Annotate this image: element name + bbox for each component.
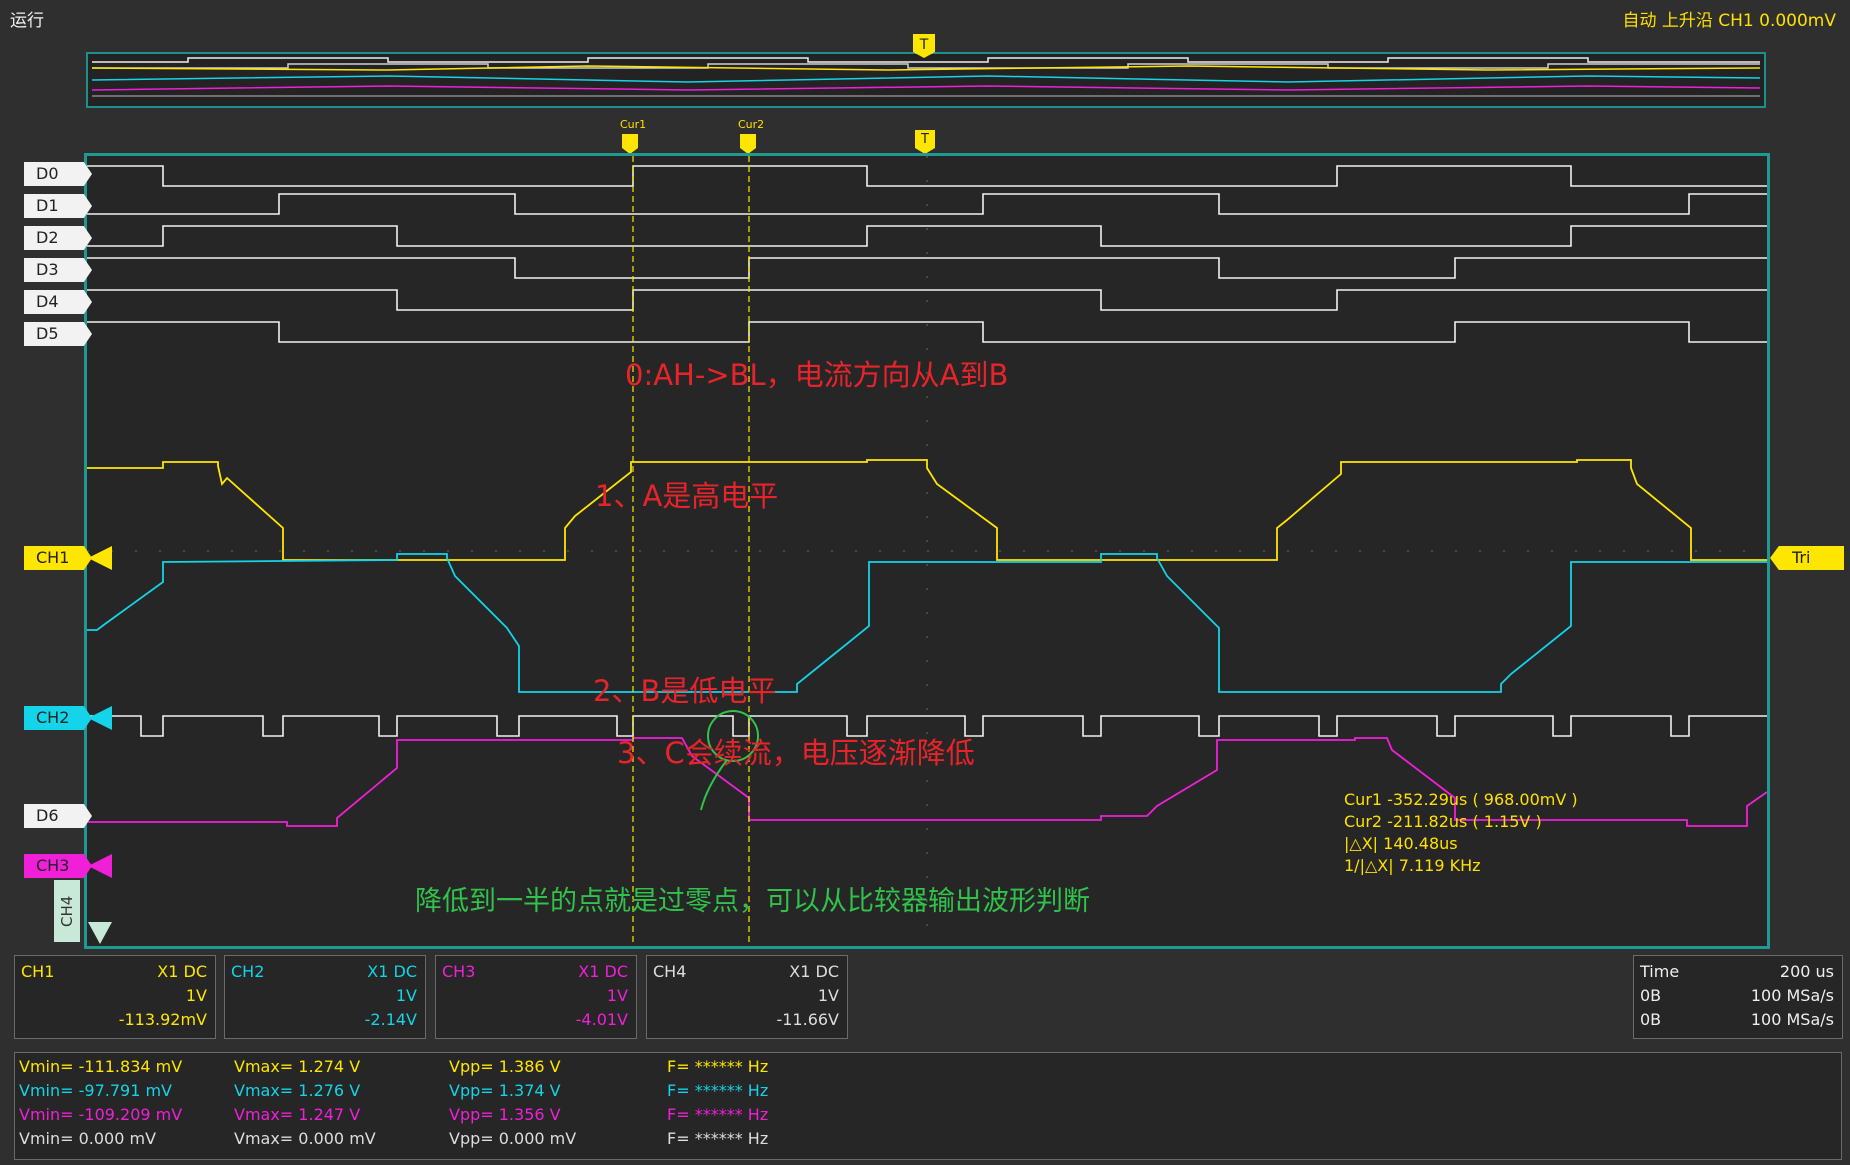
memory-label-2: 0B: [1640, 1010, 1662, 1029]
annotation-c-freewheel: 3、C会续流，电压逐渐降低: [617, 736, 975, 770]
ch2-freq: F= ****** Hz: [667, 1081, 769, 1100]
ch2-settings-panel[interactable]: CH2 X1 DC 1V -2.14V: [224, 955, 426, 1039]
ch4-vmin: Vmin= 0.000 mV: [19, 1129, 157, 1148]
cursor2-readout: Cur2 -211.82us ( 1.15V ): [1344, 812, 1542, 831]
ch4-panel-offset: -11.66V: [776, 1010, 839, 1029]
ch2-vmax: Vmax= 1.276 V: [234, 1081, 361, 1100]
ch3-freq: F= ****** Hz: [667, 1105, 769, 1124]
ch4-panel-name: CH4: [653, 962, 687, 981]
channel-label-d4[interactable]: D4: [24, 290, 92, 314]
annotation-a-high: 1、A是高电平: [595, 479, 779, 513]
annotation-zero-crossing: 降低到一半的点就是过零点，可以从比较器输出波形判断: [415, 886, 1090, 917]
ch3-panel-probe: X1 DC: [578, 962, 628, 981]
ch4-panel-scale: 1V: [817, 986, 839, 1005]
waveform-overview[interactable]: [86, 52, 1766, 108]
timebase-panel[interactable]: Time 200 us 0B 100 MSa/s 0B 100 MSa/s: [1633, 955, 1843, 1039]
ch1-panel-scale: 1V: [185, 986, 207, 1005]
overview-traces: [91, 57, 1761, 97]
memory-label-1: 0B: [1640, 986, 1662, 1005]
inverse-delta-x-readout: 1/|△X| 7.119 KHz: [1344, 856, 1481, 875]
time-label: Time: [1640, 962, 1680, 981]
sample-rate-1: 100 MSa/s: [1750, 986, 1834, 1005]
cursor1-readout: Cur1 -352.29us ( 968.00mV ): [1344, 790, 1578, 809]
annotation-b-low: 2、B是低电平: [593, 674, 777, 708]
ch3-vmin: Vmin= -109.209 mV: [19, 1105, 183, 1124]
ch2-vpp: Vpp= 1.374 V: [449, 1081, 561, 1100]
cursor1-label: Cur1: [620, 118, 647, 131]
ch4-panel-probe: X1 DC: [789, 962, 839, 981]
ch3-vmax: Vmax= 1.247 V: [234, 1105, 361, 1124]
ch1-vmin: Vmin= -111.834 mV: [19, 1057, 183, 1076]
ch1-panel-name: CH1: [21, 962, 55, 981]
ch2-panel-name: CH2: [231, 962, 265, 981]
channel-label-d0[interactable]: D0: [24, 162, 92, 186]
cursor2-marker[interactable]: [740, 134, 756, 154]
channel-label-d1[interactable]: D1: [24, 194, 92, 218]
ch4-vpp: Vpp= 0.000 mV: [449, 1129, 577, 1148]
trigger-position-marker[interactable]: T: [915, 130, 935, 154]
ch3-vpp: Vpp= 1.356 V: [449, 1105, 561, 1124]
ch1-panel-offset: -113.92mV: [118, 1010, 207, 1029]
cursor2-label: Cur2: [738, 118, 765, 131]
delta-x-readout: |△X| 140.48us: [1344, 834, 1458, 853]
ch3-panel-name: CH3: [442, 962, 476, 981]
time-per-div: 200 us: [1779, 962, 1834, 981]
ch3-settings-panel[interactable]: CH3 X1 DC 1V -4.01V: [435, 955, 637, 1039]
trigger-level-label[interactable]: Tri: [1770, 546, 1844, 570]
channel-label-ch4[interactable]: CH4: [54, 880, 80, 942]
ch1-panel-probe: X1 DC: [157, 962, 207, 981]
ch4-settings-panel[interactable]: CH4 X1 DC 1V -11.66V: [646, 955, 848, 1039]
ch3-panel-scale: 1V: [606, 986, 628, 1005]
cursor1-marker[interactable]: [622, 134, 638, 154]
ch1-settings-panel[interactable]: CH1 X1 DC 1V -113.92mV: [14, 955, 216, 1039]
ch2-panel-offset: -2.14V: [364, 1010, 417, 1029]
ch4-vmax: Vmax= 0.000 mV: [234, 1129, 376, 1148]
annotation-current-direction: 0:AH->BL，电流方向从A到B: [625, 358, 1009, 392]
measurements-panel[interactable]: Vmin= -111.834 mV Vmax= 1.274 V Vpp= 1.3…: [14, 1052, 1842, 1160]
trigger-info[interactable]: 自动 上升沿 CH1 0.000mV: [1622, 6, 1836, 31]
ch2-vmin: Vmin= -97.791 mV: [19, 1081, 172, 1100]
channel-label-d2[interactable]: D2: [24, 226, 92, 250]
ch1-vmax: Vmax= 1.274 V: [234, 1057, 361, 1076]
ch3-panel-offset: -4.01V: [575, 1010, 628, 1029]
ch2-panel-probe: X1 DC: [367, 962, 417, 981]
channel-label-ch1[interactable]: CH1: [24, 546, 92, 570]
channel-label-d3[interactable]: D3: [24, 258, 92, 282]
ch1-vpp: Vpp= 1.386 V: [449, 1057, 561, 1076]
channel-label-d5[interactable]: D5: [24, 322, 92, 346]
ch4-freq: F= ****** Hz: [667, 1129, 769, 1148]
ch1-freq: F= ****** Hz: [667, 1057, 769, 1076]
run-state[interactable]: 运行: [10, 6, 44, 31]
channel-label-ch2[interactable]: CH2: [24, 706, 92, 730]
channel-label-d6[interactable]: D6: [24, 804, 92, 828]
waveform-display[interactable]: 0:AH->BL，电流方向从A到B 1、A是高电平 2、B是低电平 3、C会续流…: [84, 153, 1770, 949]
channel-label-ch3[interactable]: CH3: [24, 854, 92, 878]
sample-rate-2: 100 MSa/s: [1750, 1010, 1834, 1029]
ch2-panel-scale: 1V: [395, 986, 417, 1005]
cursor-readout: Cur1 -352.29us ( 968.00mV ) Cur2 -211.82…: [1344, 789, 1578, 877]
